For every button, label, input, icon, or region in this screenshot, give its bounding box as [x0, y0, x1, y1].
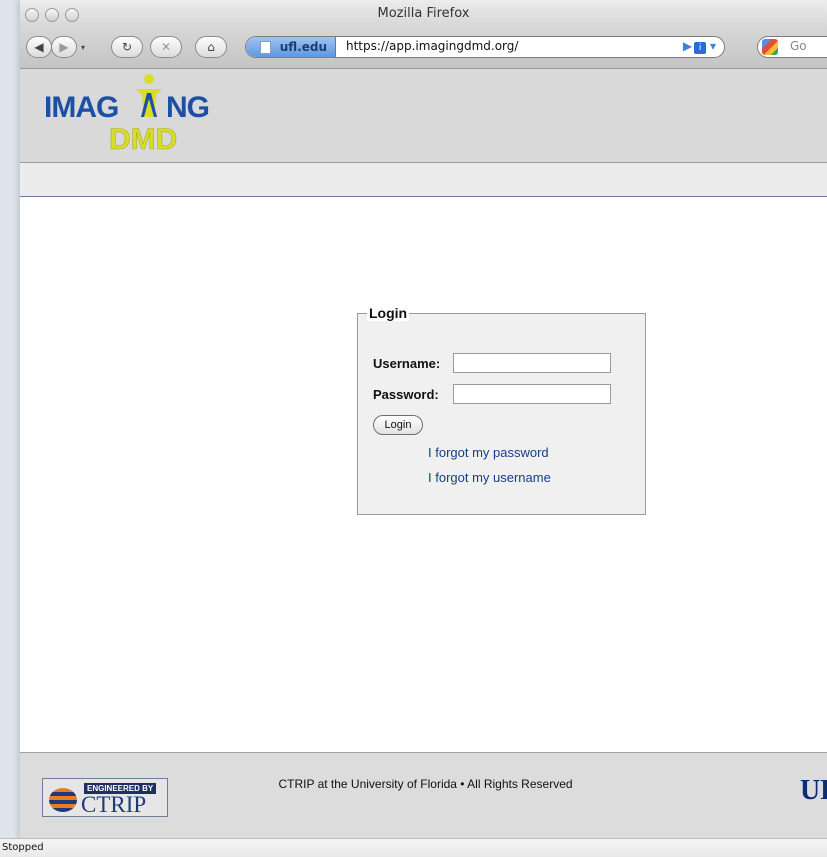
site-header: IMAG NG DMD	[20, 69, 827, 163]
site-identity-button[interactable]: ufl.edu	[246, 37, 336, 57]
site-identity-label: ufl.edu	[279, 40, 327, 54]
home-icon: ⌂	[207, 40, 215, 54]
imaging-dmd-logo[interactable]: IMAG NG DMD	[44, 69, 234, 159]
navigation-subbar	[20, 163, 827, 197]
browser-window: Mozilla Firefox ◀ ▶ ▾ ↻ ✕ ⌂ ufl.edu http…	[20, 0, 827, 856]
username-label: Username:	[373, 356, 441, 371]
forgot-password-link[interactable]: I forgot my password	[428, 445, 549, 460]
status-bar: Stopped	[0, 838, 827, 857]
reload-icon: ↻	[121, 40, 133, 54]
title-bar: Mozilla Firefox	[20, 0, 827, 28]
forward-button[interactable]: ▶	[51, 36, 77, 58]
status-text: Stopped	[2, 842, 44, 853]
svg-text:IMAG: IMAG	[44, 91, 118, 124]
copyright-text: CTRIP at the University of Florida • All…	[278, 777, 573, 791]
google-icon[interactable]	[762, 39, 778, 55]
history-dropdown[interactable]: ▾	[78, 36, 88, 58]
search-input[interactable]: Go	[790, 39, 807, 53]
ctrip-wordmark: CTRIP	[81, 792, 147, 817]
window-title: Mozilla Firefox	[377, 6, 470, 21]
password-input[interactable]	[453, 384, 611, 404]
uf-logo[interactable]: UF	[800, 775, 827, 807]
login-form: Login Username: Password: Login I forgot…	[357, 305, 646, 515]
page-icon	[260, 41, 271, 54]
stop-icon: ✕	[160, 40, 172, 54]
chevron-down-icon: ▾	[80, 42, 85, 52]
home-button[interactable]: ⌂	[195, 36, 227, 58]
url-bar[interactable]: ufl.edu https://app.imagingdmd.org/ ▶ i ▾	[245, 36, 725, 58]
login-button[interactable]: Login	[373, 415, 423, 435]
url-text[interactable]: https://app.imagingdmd.org/	[346, 39, 518, 53]
back-button[interactable]: ◀	[26, 36, 52, 58]
forgot-username-link[interactable]: I forgot my username	[428, 470, 551, 485]
go-arrow-icon[interactable]: ▶ i ▾	[683, 39, 716, 54]
forward-arrow-icon: ▶	[59, 40, 69, 54]
svg-text:DMD: DMD	[109, 123, 177, 156]
page-footer: ENGINEERED BY CTRIP CTRIP at the Univers…	[20, 752, 827, 839]
svg-text:NG: NG	[166, 91, 209, 124]
back-arrow-icon: ◀	[34, 40, 44, 54]
stop-button[interactable]: ✕	[150, 36, 182, 58]
username-input[interactable]	[453, 353, 611, 373]
login-legend: Login	[367, 305, 410, 321]
search-bar[interactable]: Go	[757, 36, 827, 58]
reload-button[interactable]: ↻	[111, 36, 143, 58]
navigation-toolbar: ◀ ▶ ▾ ↻ ✕ ⌂ ufl.edu https://app.imagingd…	[20, 28, 827, 69]
globe-icon	[49, 788, 77, 812]
password-label: Password:	[373, 387, 439, 402]
